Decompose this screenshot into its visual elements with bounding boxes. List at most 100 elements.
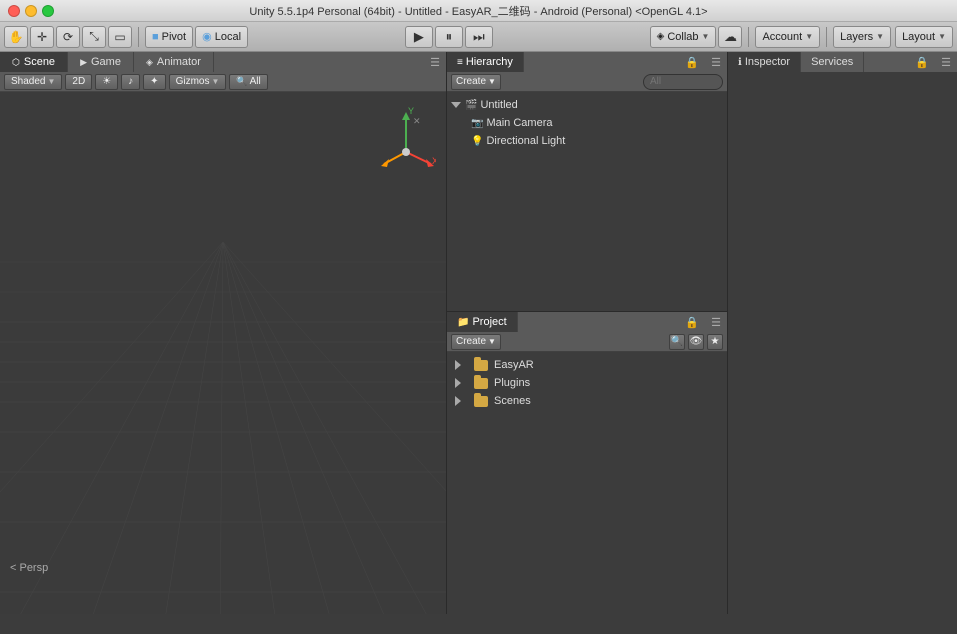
layout-label: Layout <box>902 31 935 43</box>
account-label: Account <box>762 31 802 43</box>
hierarchy-item-label: Main Camera <box>486 117 552 129</box>
perspective-label: < Persp <box>10 562 48 574</box>
close-button[interactable] <box>8 5 20 17</box>
hierarchy-tab-bar: ≡ Hierarchy 🔒 ☰ <box>447 52 727 72</box>
hierarchy-scene-root[interactable]: 🎬 Untitled <box>447 96 727 114</box>
title-bar: Unity 5.5.1p4 Personal (64bit) - Untitle… <box>0 0 957 22</box>
project-item[interactable]: EasyAR <box>447 356 727 374</box>
local-label: Local <box>215 31 241 43</box>
svg-text:X: X <box>432 156 436 166</box>
2d-button[interactable]: 2D <box>65 74 92 90</box>
local-button[interactable]: ◉ Local <box>195 26 248 48</box>
minimize-button[interactable] <box>25 5 37 17</box>
hierarchy-project-panel: ≡ Hierarchy 🔒 ☰ Create ▼ <box>447 52 727 614</box>
project-tab[interactable]: 📁 Project <box>447 312 518 332</box>
project-item-label: Scenes <box>494 395 531 407</box>
cloud-button[interactable]: ☁ <box>718 26 742 48</box>
gizmos-label: Gizmos <box>176 76 210 87</box>
game-tab-label: Game <box>91 56 121 68</box>
project-tab-bar: 📁 Project 🔒 ☰ <box>447 312 727 332</box>
services-tab-label: Services <box>811 56 853 68</box>
hierarchy-scene-name: Untitled <box>480 99 517 111</box>
hierarchy-item[interactable]: 📷 Main Camera <box>447 114 727 132</box>
scene-tab-label: Scene <box>24 56 55 68</box>
hierarchy-toolbar: Create ▼ <box>447 72 727 92</box>
folder-icon <box>474 360 488 371</box>
project-menu-icon[interactable]: ☰ <box>705 316 727 329</box>
hierarchy-panel: ≡ Hierarchy 🔒 ☰ Create ▼ <box>447 52 727 312</box>
folder-icon <box>474 378 488 389</box>
hierarchy-tab-label: Hierarchy <box>466 56 513 68</box>
scene-options-btn[interactable]: ☰ <box>424 56 446 69</box>
project-content: EasyAR Plugins Scenes <box>447 352 727 614</box>
traffic-lights <box>8 5 54 17</box>
search-filter-btn[interactable]: 🔍 All <box>229 74 267 90</box>
play-button[interactable]: ▶ <box>405 26 433 48</box>
2d-label: 2D <box>72 76 85 87</box>
rotate-tool-button[interactable]: ⟳ <box>56 26 80 48</box>
move-tool-button[interactable]: ✛ <box>30 26 54 48</box>
content-area: ⬡ Scene ▶ Game ◈ Animator ☰ Shaded ▼ 2D <box>0 52 957 614</box>
project-eye-btn[interactable]: 👁 <box>688 334 704 350</box>
inspector-content <box>728 72 957 614</box>
project-lock-icon: 🔒 <box>679 316 705 329</box>
collab-label: Collab <box>667 31 698 43</box>
playmode-controls: ▶ ⏸ ⏭ <box>405 26 493 48</box>
hierarchy-search-input[interactable] <box>643 74 723 90</box>
pivot-label: Pivot <box>162 31 186 43</box>
pivot-button[interactable]: ■ Pivot <box>145 26 193 48</box>
hierarchy-create-button[interactable]: Create ▼ <box>451 74 501 90</box>
game-tab[interactable]: ▶ Game <box>68 52 134 72</box>
step-button[interactable]: ⏭ <box>465 26 493 48</box>
project-filter-btn[interactable]: 🔍 <box>669 334 685 350</box>
collab-cloud-group: ◈ Collab ▼ ☁ <box>650 26 743 48</box>
project-panel: 📁 Project 🔒 ☰ Create ▼ 🔍 👁 ★ <box>447 312 727 614</box>
svg-text:Y: Y <box>408 106 414 116</box>
project-item[interactable]: Scenes <box>447 392 727 410</box>
folder-icon <box>474 396 488 407</box>
animator-tab[interactable]: ◈ Animator <box>134 52 214 72</box>
project-item-label: EasyAR <box>494 359 534 371</box>
project-star-btn[interactable]: ★ <box>707 334 723 350</box>
project-tab-label: Project <box>472 316 506 328</box>
services-tab[interactable]: Services <box>801 52 864 72</box>
scene-tab[interactable]: ⬡ Scene <box>0 52 68 72</box>
layout-button[interactable]: Layout ▼ <box>895 26 953 48</box>
svg-text:✕: ✕ <box>413 116 421 126</box>
scene-tab-bar: ⬡ Scene ▶ Game ◈ Animator ☰ <box>0 52 446 72</box>
all-label: All <box>250 76 261 87</box>
hierarchy-lock-icon: 🔒 <box>679 56 705 69</box>
rect-tool-button[interactable]: ▭ <box>108 26 132 48</box>
scene-viewport[interactable]: Y X ✕ < Persp <box>0 92 446 614</box>
hierarchy-item[interactable]: 💡 Directional Light <box>447 132 727 150</box>
inspector-lock-icon: 🔒 <box>909 56 935 69</box>
inspector-tab[interactable]: ℹ Inspector <box>728 52 801 72</box>
inspector-tab-label: Inspector <box>745 56 790 68</box>
hierarchy-menu-icon[interactable]: ☰ <box>705 56 727 69</box>
animator-tab-label: Animator <box>157 56 201 68</box>
account-button[interactable]: Account ▼ <box>755 26 820 48</box>
pause-button[interactable]: ⏸ <box>435 26 463 48</box>
hierarchy-item-label: Directional Light <box>486 135 565 147</box>
main-toolbar: ✋ ✛ ⟳ ⤡ ▭ ■ Pivot ◉ Local ▶ ⏸ ⏭ ◈ Collab… <box>0 22 957 52</box>
maximize-button[interactable] <box>42 5 54 17</box>
project-toolbar: Create ▼ 🔍 👁 ★ <box>447 332 727 352</box>
project-item[interactable]: Plugins <box>447 374 727 392</box>
light-toggle[interactable]: ☀ <box>95 74 118 90</box>
hierarchy-content: 🎬 Untitled 📷 Main Camera 💡 Directional L… <box>447 92 727 311</box>
shaded-dropdown[interactable]: Shaded ▼ <box>4 74 62 90</box>
scale-tool-button[interactable]: ⤡ <box>82 26 106 48</box>
project-create-button[interactable]: Create ▼ <box>451 334 501 350</box>
middle-right-panels: ≡ Hierarchy 🔒 ☰ Create ▼ <box>447 52 957 614</box>
scene-toolbar: Shaded ▼ 2D ☀ ♪ ✦ Gizmos ▼ 🔍 All <box>0 72 446 92</box>
effects-toggle[interactable]: ✦ <box>143 74 165 90</box>
inspector-menu-icon[interactable]: ☰ <box>935 56 957 69</box>
inspector-tab-bar: ℹ Inspector Services 🔒 ☰ <box>728 52 957 72</box>
layers-button[interactable]: Layers ▼ <box>833 26 891 48</box>
hand-tool-button[interactable]: ✋ <box>4 26 28 48</box>
audio-toggle[interactable]: ♪ <box>121 74 140 90</box>
scene-gizmo: Y X ✕ <box>376 102 436 172</box>
gizmos-button[interactable]: Gizmos ▼ <box>169 74 227 90</box>
collab-button[interactable]: ◈ Collab ▼ <box>650 26 717 48</box>
hierarchy-tab[interactable]: ≡ Hierarchy <box>447 52 524 72</box>
